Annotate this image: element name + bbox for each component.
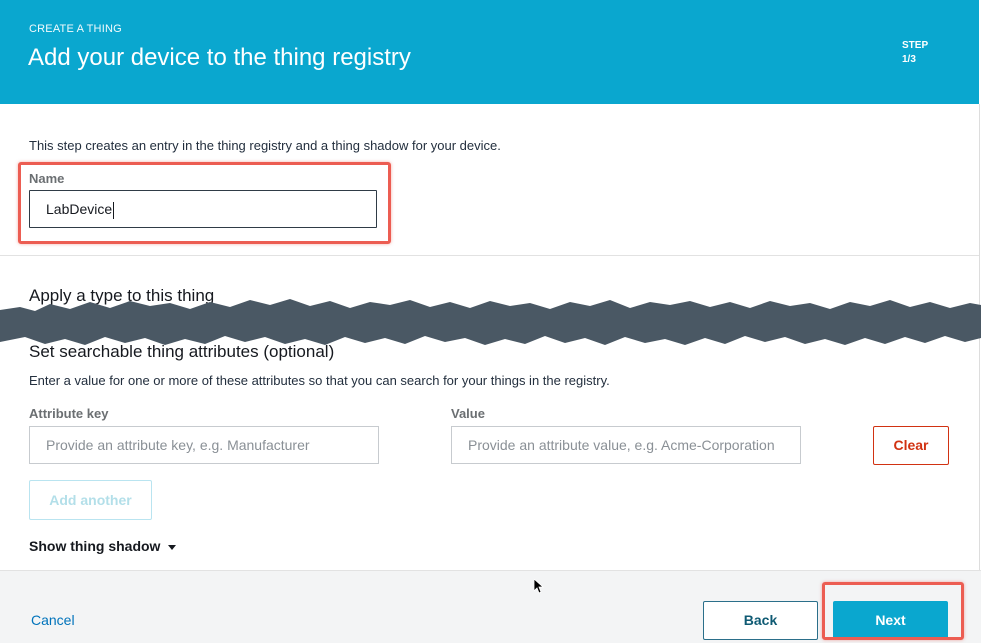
show-thing-shadow-label: Show thing shadow bbox=[29, 538, 161, 554]
attribute-key-input[interactable] bbox=[29, 426, 379, 464]
attributes-description: Enter a value for one or more of these a… bbox=[29, 373, 610, 388]
wizard-eyebrow: CREATE A THING bbox=[29, 23, 122, 35]
step-value: 1/3 bbox=[902, 54, 916, 65]
section-divider bbox=[0, 255, 979, 256]
back-button[interactable]: Back bbox=[703, 601, 818, 640]
caret-down-icon bbox=[168, 544, 177, 550]
attribute-value-input[interactable] bbox=[451, 426, 801, 464]
name-highlight-box bbox=[18, 162, 391, 244]
show-thing-shadow-toggle[interactable]: Show thing shadow bbox=[29, 538, 177, 554]
page-header: CREATE A THING Add your device to the th… bbox=[0, 0, 979, 104]
next-highlight-box bbox=[822, 582, 964, 640]
attributes-section-title: Set searchable thing attributes (optiona… bbox=[29, 342, 335, 361]
step-indicator: STEP 1/3 bbox=[902, 39, 928, 67]
page-title: Add your device to the thing registry bbox=[28, 44, 411, 71]
add-another-button[interactable]: Add another bbox=[29, 480, 152, 520]
clear-button[interactable]: Clear bbox=[873, 426, 949, 465]
mouse-pointer-icon bbox=[534, 579, 544, 594]
cancel-link[interactable]: Cancel bbox=[31, 612, 75, 628]
step-description: This step creates an entry in the thing … bbox=[29, 138, 501, 153]
step-label: STEP bbox=[902, 40, 929, 51]
attribute-value-label: Value bbox=[451, 406, 485, 421]
attribute-key-label: Attribute key bbox=[29, 406, 109, 421]
